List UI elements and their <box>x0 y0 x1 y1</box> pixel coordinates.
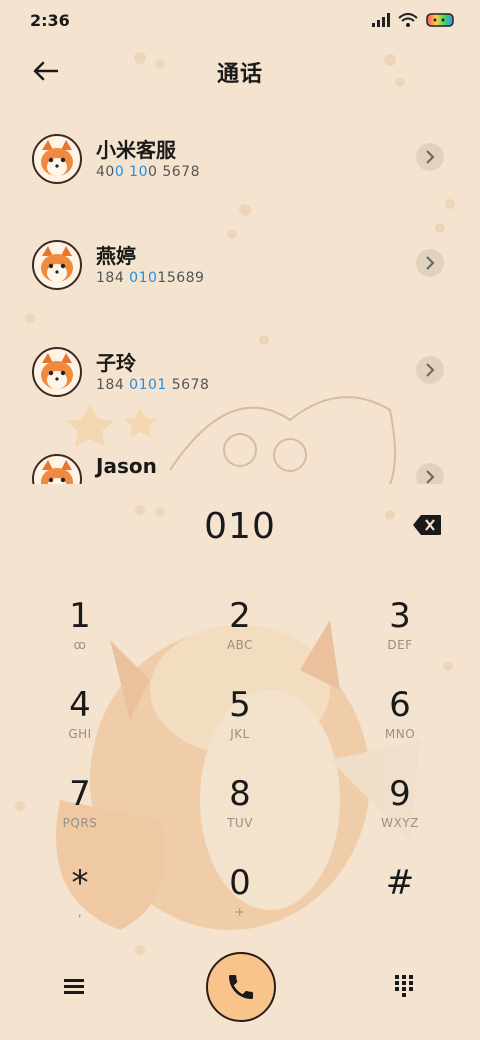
key-letters: PQRS <box>62 816 98 830</box>
backspace-icon <box>413 515 441 535</box>
backspace-button[interactable] <box>412 514 442 536</box>
key-letters: TUV <box>227 816 253 830</box>
avatar <box>32 454 82 484</box>
battery-icon <box>426 13 454 27</box>
key-hash[interactable]: # <box>340 863 460 943</box>
wifi-icon <box>398 13 418 27</box>
dialpad-icon <box>395 975 413 997</box>
contact-name: Jason <box>96 454 157 478</box>
status-icons <box>372 12 456 28</box>
key-digit: * <box>71 863 89 903</box>
key-digit: 0 <box>229 863 251 903</box>
contact-detail-button[interactable] <box>416 356 444 384</box>
key-digit: 1 <box>69 596 91 636</box>
bottom-action-bar <box>0 950 480 1030</box>
contact-number: 184 01015689 <box>96 270 205 286</box>
key-letters: ABC <box>226 638 254 652</box>
avatar <box>32 240 82 290</box>
contact-number: 400 100 5678 <box>96 164 200 180</box>
key-3[interactable]: 3 DEF <box>340 596 460 676</box>
key-9[interactable]: 9 WXYZ <box>340 774 460 854</box>
contact-row[interactable]: Jason <box>0 428 480 484</box>
key-letters: DEF <box>387 638 413 652</box>
key-2[interactable]: 2 ABC <box>180 596 300 676</box>
fox-avatar-icon <box>41 353 73 389</box>
fox-avatar-icon <box>41 140 73 176</box>
key-digit: 2 <box>229 596 251 636</box>
keypad-toggle-button[interactable] <box>390 972 418 1000</box>
key-digit: 5 <box>229 685 251 725</box>
contact-name: 子玲 <box>96 351 136 375</box>
contact-row[interactable]: 子玲 184 0101 5678 <box>0 321 480 421</box>
key-7[interactable]: 7 PQRS <box>20 774 140 854</box>
key-letters: + <box>234 905 246 919</box>
key-digit: 3 <box>389 596 411 636</box>
key-letters: JKL <box>230 727 250 741</box>
contact-detail-button[interactable] <box>416 463 444 484</box>
menu-button[interactable] <box>60 972 88 1000</box>
status-time: 2:36 <box>30 11 70 30</box>
avatar <box>32 347 82 397</box>
contact-name: 小米客服 <box>96 138 176 162</box>
matched-digits: 0101 <box>129 377 167 393</box>
fox-avatar-icon <box>41 460 73 484</box>
key-letters: GHI <box>68 727 92 741</box>
voicemail-icon: ꝏ <box>73 638 87 652</box>
key-digit: 4 <box>69 685 91 725</box>
page-title: 通话 <box>216 62 263 87</box>
status-bar: 2:36 <box>0 0 480 40</box>
key-letters: , <box>77 905 83 919</box>
contact-number: 184 0101 5678 <box>96 377 210 393</box>
key-5[interactable]: 5 JKL <box>180 685 300 765</box>
contact-detail-button[interactable] <box>416 143 444 171</box>
fox-avatar-icon <box>41 246 73 282</box>
key-6[interactable]: 6 MNO <box>340 685 460 765</box>
matched-digits: 0 10 <box>114 164 148 180</box>
phone-icon <box>229 975 253 999</box>
key-0[interactable]: 0 + <box>180 863 300 943</box>
contact-row[interactable]: 小米客服 400 100 5678 <box>0 108 480 208</box>
contact-name: 燕婷 <box>96 244 136 268</box>
key-digit: 9 <box>389 774 411 814</box>
contact-detail-button[interactable] <box>416 249 444 277</box>
chevron-right-icon <box>426 470 435 484</box>
contact-suggestion-list: 小米客服 400 100 5678 燕婷 184 01015689 子玲 184… <box>0 108 480 484</box>
avatar <box>32 134 82 184</box>
signal-icon <box>372 13 390 27</box>
key-digit: 8 <box>229 774 251 814</box>
matched-digits: 010 <box>129 270 158 286</box>
chevron-right-icon <box>426 256 435 270</box>
key-4[interactable]: 4 GHI <box>20 685 140 765</box>
key-1[interactable]: 1 ꝏ <box>20 596 140 676</box>
key-digit: 7 <box>69 774 91 814</box>
header: 通话 <box>0 44 480 100</box>
chevron-right-icon <box>426 363 435 377</box>
chevron-right-icon <box>426 150 435 164</box>
key-letters: WXYZ <box>381 816 419 830</box>
key-digit: 6 <box>389 685 411 725</box>
key-letters: MNO <box>384 727 416 741</box>
contact-row[interactable]: 燕婷 184 01015689 <box>0 214 480 314</box>
key-star[interactable]: * , <box>20 863 140 943</box>
key-digit: # <box>385 863 415 903</box>
hamburger-menu-icon <box>64 979 84 994</box>
key-8[interactable]: 8 TUV <box>180 774 300 854</box>
dial-number-display[interactable]: 010 <box>0 506 480 547</box>
call-button[interactable] <box>206 952 276 1022</box>
